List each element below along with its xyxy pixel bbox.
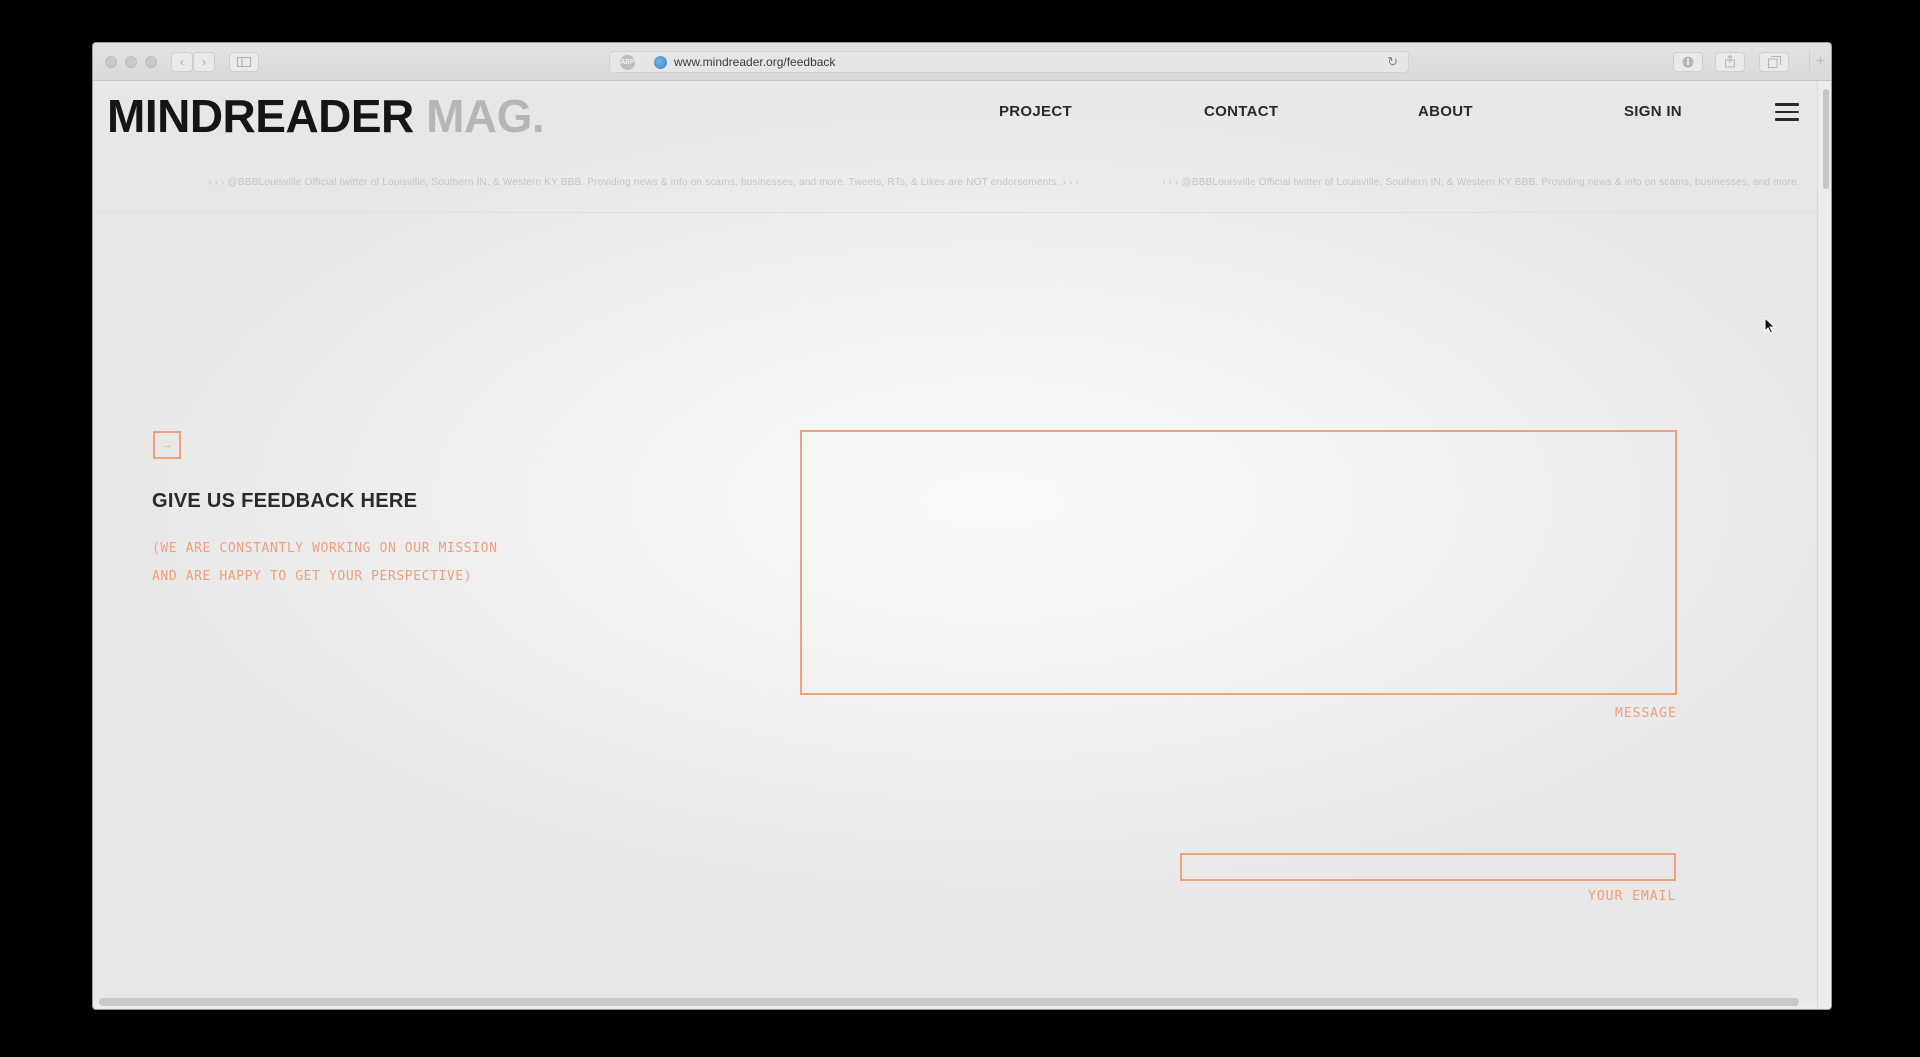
nav-sign-in[interactable]: SIGN IN — [1624, 103, 1682, 120]
url-text: www.mindreader.org/feedback — [674, 55, 836, 69]
new-tab-button[interactable]: + — [1809, 49, 1831, 75]
site-logo[interactable]: MINDREADER MAG. — [107, 89, 545, 143]
mouse-pointer-icon — [1764, 317, 1776, 334]
globe-icon — [654, 56, 667, 69]
nav-contact[interactable]: CONTACT — [1204, 103, 1278, 120]
info-button[interactable] — [1673, 52, 1703, 72]
tabs-overview-button[interactable] — [1759, 52, 1789, 72]
page-viewport: MINDREADER MAG. PROJECT CONTACT ABOUT SI… — [93, 81, 1817, 1001]
info-icon — [1682, 56, 1694, 68]
horizontal-scrollbar[interactable] — [93, 993, 1817, 1009]
vertical-scrollbar[interactable] — [1817, 81, 1831, 1009]
message-field[interactable] — [800, 430, 1677, 695]
reader-badge-icon[interactable]: ABP — [620, 55, 635, 70]
ticker-text: › › › @BBBLouisville Official twitter of… — [1162, 177, 1800, 188]
share-button[interactable] — [1715, 52, 1745, 72]
sidebar-icon — [237, 57, 251, 67]
browser-window: ‹ › ABP www.mindreader.org/feedback ↻ + … — [92, 42, 1832, 1010]
nav-about[interactable]: ABOUT — [1418, 103, 1473, 120]
nav-project[interactable]: PROJECT — [999, 103, 1072, 120]
email-label: YOUR EMAIL — [1588, 889, 1677, 904]
ticker-text: › › › @BBBLouisville Official twitter of… — [208, 177, 1080, 188]
logo-main-text: MINDREADER — [107, 90, 414, 142]
vertical-scroll-thumb[interactable] — [1823, 89, 1829, 189]
zoom-window-button[interactable] — [145, 56, 157, 68]
hamburger-icon[interactable] — [1775, 103, 1799, 121]
close-window-button[interactable] — [105, 56, 117, 68]
feedback-subtitle: (WE ARE CONSTANTLY WORKING ON OUR MISSIO… — [152, 541, 498, 584]
share-icon — [1725, 54, 1735, 68]
logo-accent-text: MAG. — [426, 90, 545, 142]
address-bar[interactable]: ABP www.mindreader.org/feedback ↻ — [609, 51, 1409, 73]
email-field[interactable] — [1180, 853, 1676, 881]
page-title: GIVE US FEEDBACK HERE — [152, 490, 418, 512]
ticker-band: › › › @BBBLouisville Official twitter of… — [93, 151, 1817, 213]
arrow-right-icon[interactable]: → — [153, 431, 181, 459]
browser-toolbar: ‹ › ABP www.mindreader.org/feedback ↻ + — [93, 43, 1831, 81]
reload-icon[interactable]: ↻ — [1387, 54, 1398, 70]
tabs-icon — [1767, 56, 1781, 68]
horizontal-scroll-thumb[interactable] — [99, 998, 1799, 1006]
minimize-window-button[interactable] — [125, 56, 137, 68]
message-label: MESSAGE — [1615, 706, 1677, 721]
forward-button[interactable]: › — [193, 52, 215, 72]
back-button[interactable]: ‹ — [171, 52, 193, 72]
sidebar-toggle-button[interactable] — [229, 52, 259, 72]
